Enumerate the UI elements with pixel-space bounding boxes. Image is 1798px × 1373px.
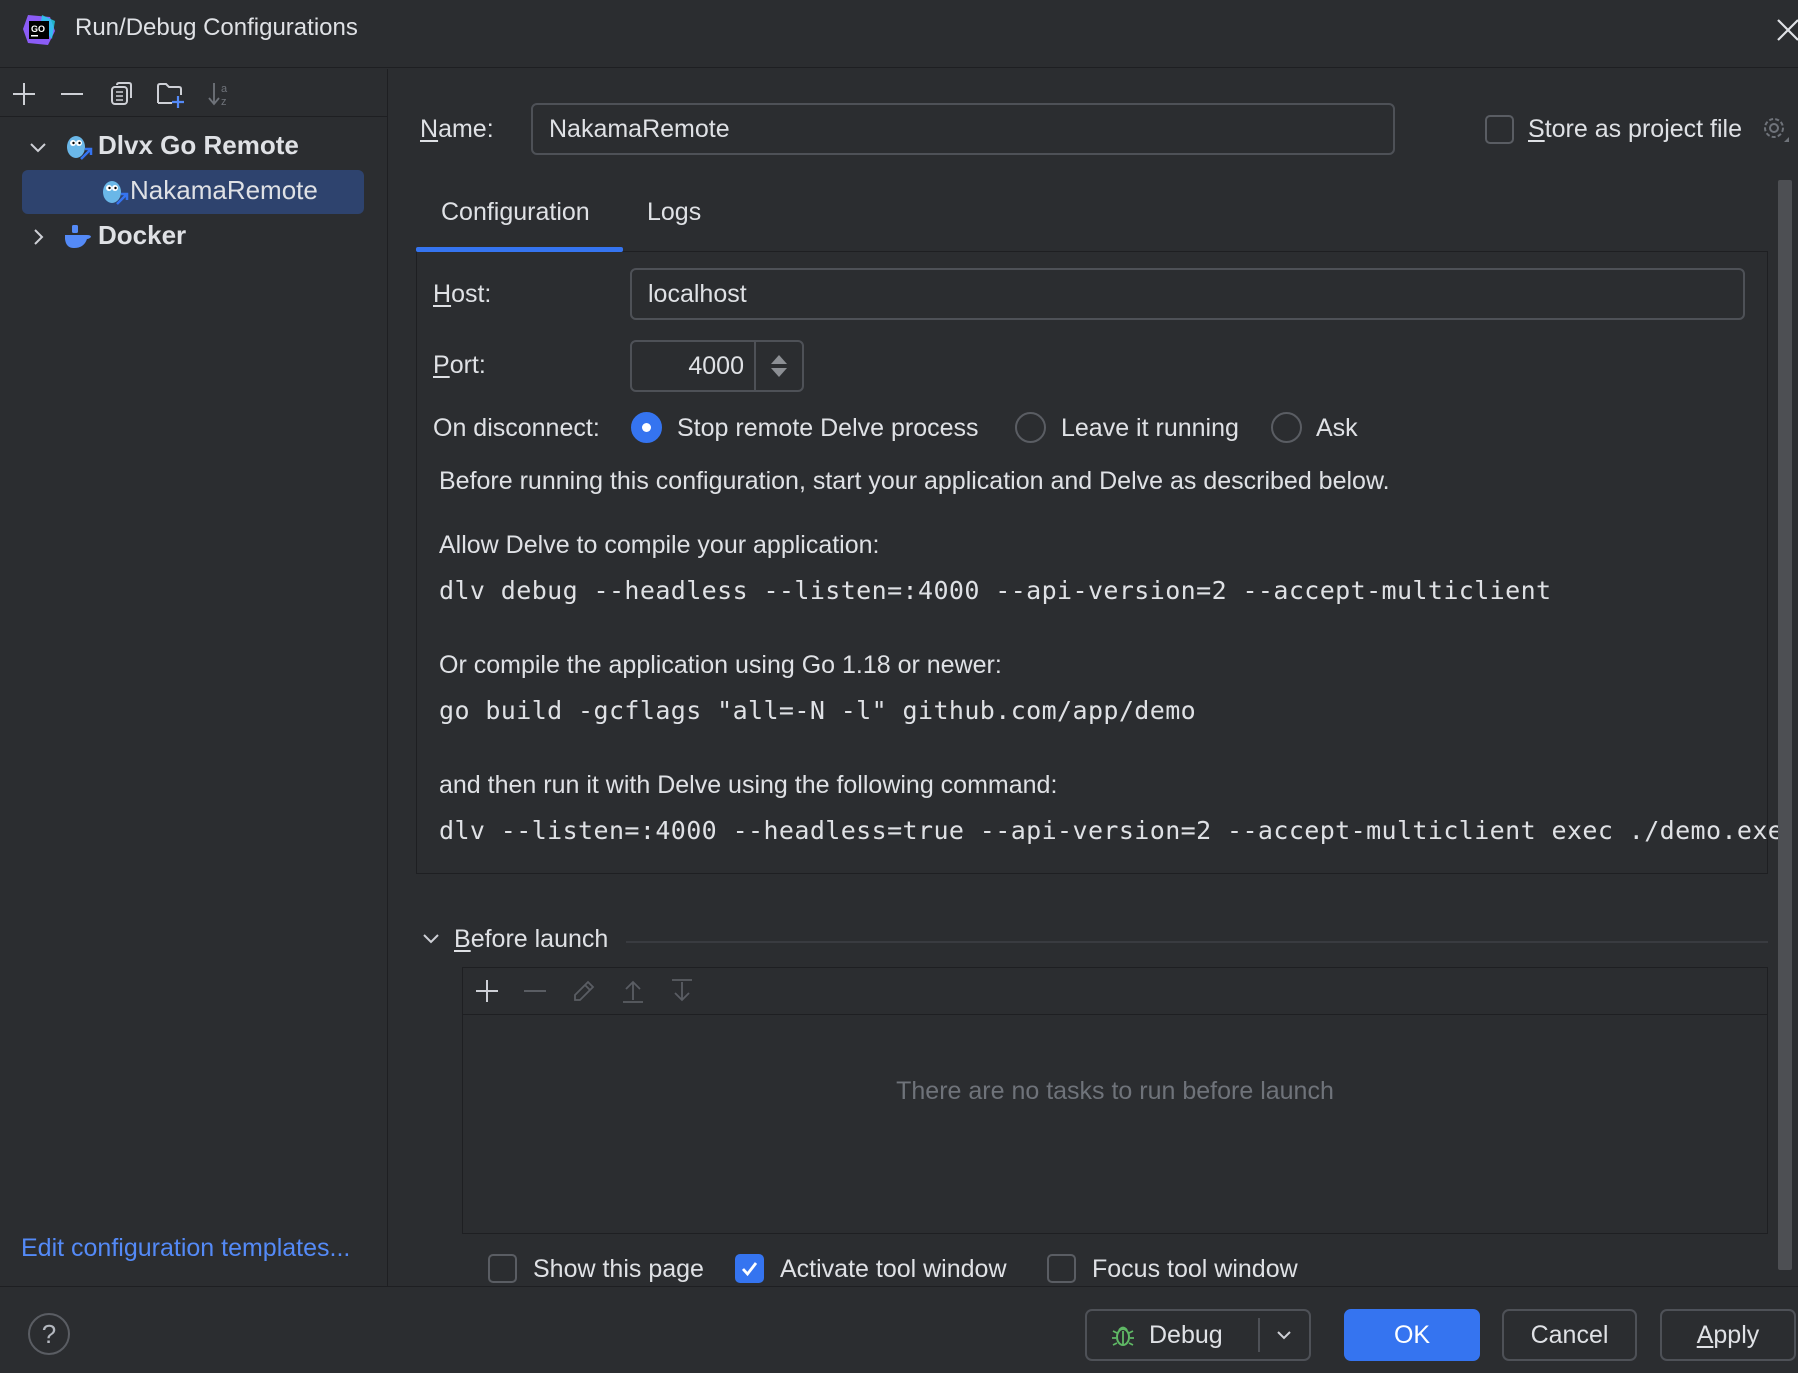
radio-label[interactable]: Leave it running (1061, 414, 1239, 443)
activate-tool-window-checkbox[interactable] (735, 1254, 764, 1283)
checkbox-label[interactable]: Show this page (533, 1255, 704, 1284)
checkbox-label[interactable]: Activate tool window (780, 1255, 1007, 1284)
show-this-page-checkbox[interactable] (488, 1254, 517, 1283)
gear-icon[interactable] (1760, 114, 1790, 144)
tab-bar: Configuration Logs (416, 190, 1768, 252)
port-spinner[interactable] (630, 340, 804, 392)
chevron-down-icon[interactable] (420, 927, 442, 949)
host-label: Host: (433, 280, 491, 309)
mnemonic: H (433, 280, 452, 308)
label-text: ort: (449, 351, 486, 379)
port-input[interactable] (632, 342, 754, 390)
before-launch-toolbar (463, 968, 1767, 1015)
tree-item-docker[interactable]: Docker (0, 216, 388, 258)
tab-configuration[interactable]: Configuration (441, 198, 590, 227)
mnemonic: B (454, 925, 471, 953)
radio-leave-it-running[interactable] (1015, 412, 1046, 443)
on-disconnect-label: On disconnect: (433, 414, 600, 442)
gopher-remote-icon (67, 136, 93, 160)
run-text: and then run it with Delve using the fol… (439, 771, 1058, 799)
debug-dropdown[interactable] (1260, 1325, 1310, 1345)
tree-item-nakamaremote[interactable]: NakamaRemote (0, 170, 388, 214)
apply-label: pply (1713, 1320, 1760, 1349)
minus-icon[interactable] (57, 79, 87, 109)
radio-ask[interactable] (1271, 412, 1302, 443)
allow-delve-command: dlv debug --headless --listen=:4000 --ap… (439, 576, 1552, 605)
tab-logs[interactable]: Logs (647, 198, 701, 227)
sidebar-toolbar: az (0, 69, 388, 117)
radio-label[interactable]: Stop remote Delve process (677, 414, 979, 443)
bug-icon (1112, 1326, 1134, 1346)
before-launch-header[interactable]: Before launch (454, 925, 608, 954)
plus-icon[interactable] (472, 976, 502, 1006)
port-label: Port: (433, 351, 486, 380)
minus-icon[interactable] (520, 976, 550, 1006)
mnemonic: A (1696, 1320, 1714, 1349)
separator (626, 941, 1768, 943)
label-text: ame: (438, 115, 494, 143)
arrow-down-icon[interactable] (771, 368, 787, 377)
help-button[interactable]: ? (28, 1313, 70, 1355)
empty-tasks-message: There are no tasks to run before launch (896, 1077, 1334, 1105)
checkbox-label[interactable]: Focus tool window (1092, 1255, 1298, 1284)
tree-item-dlvx-go-remote[interactable]: Dlvx Go Remote (0, 126, 388, 168)
radio-stop-remote-delve[interactable] (631, 412, 662, 443)
mnemonic: N (420, 115, 439, 143)
copy-icon[interactable] (107, 79, 137, 109)
compile-text: Or compile the application using Go 1.18… (439, 651, 1002, 679)
store-as-project-file-label[interactable]: Store as project file (1528, 115, 1742, 144)
arrow-up-icon[interactable] (771, 355, 787, 364)
tree-item-label: NakamaRemote (130, 175, 318, 205)
radio-label[interactable]: Ask (1316, 414, 1358, 443)
debug-button[interactable]: Debug (1087, 1318, 1260, 1352)
ok-button[interactable]: OK (1344, 1309, 1480, 1361)
plus-icon[interactable] (9, 79, 39, 109)
sort-alpha-icon[interactable]: az (205, 79, 235, 109)
move-up-icon[interactable] (618, 976, 648, 1006)
close-icon[interactable] (1776, 14, 1798, 44)
edit-icon[interactable] (569, 976, 599, 1006)
mnemonic: P (433, 351, 450, 379)
compile-command: go build -gcflags "all=-N -l" github.com… (439, 696, 1197, 725)
checkmark-icon (741, 1262, 758, 1277)
debug-label: Debug (1149, 1320, 1223, 1349)
window-title: Run/Debug Configurations (75, 14, 358, 41)
label-text: tore as project file (1544, 115, 1743, 143)
chevron-right-icon[interactable] (26, 225, 50, 249)
folder-add-icon[interactable] (155, 79, 185, 109)
focus-tool-window-checkbox[interactable] (1047, 1254, 1076, 1283)
name-input[interactable] (531, 103, 1395, 155)
apply-button[interactable]: Apply (1660, 1309, 1796, 1361)
label-text: ost: (451, 280, 492, 308)
intro-text: Before running this configuration, start… (439, 467, 1390, 495)
label-text: efore launch (470, 925, 609, 953)
name-label: Name: (420, 115, 494, 144)
svg-text:GO: GO (31, 24, 45, 34)
tree-item-label: Dlvx Go Remote (98, 130, 299, 160)
cancel-button[interactable]: Cancel (1502, 1309, 1637, 1361)
chevron-down-icon (1277, 1331, 1291, 1340)
vertical-scrollbar[interactable] (1778, 180, 1792, 1270)
svg-text:z: z (221, 96, 227, 108)
host-input[interactable] (630, 268, 1745, 320)
goland-logo-icon: GO (23, 15, 55, 45)
allow-delve-text: Allow Delve to compile your application: (439, 531, 880, 559)
store-as-project-file-checkbox[interactable] (1485, 115, 1514, 144)
move-down-icon[interactable] (667, 976, 697, 1006)
svg-text:a: a (221, 83, 228, 95)
edit-templates-link[interactable]: Edit configuration templates... (21, 1234, 350, 1263)
debug-split-button[interactable]: Debug (1085, 1309, 1311, 1361)
chevron-down-icon[interactable] (26, 135, 50, 159)
tree-item-label: Docker (98, 220, 187, 250)
gopher-remote-icon (103, 181, 129, 205)
port-stepper[interactable] (754, 342, 802, 390)
docker-icon (65, 225, 91, 248)
run-command: dlv --listen=:4000 --headless=true --api… (439, 816, 1784, 845)
mnemonic: S (1528, 115, 1545, 143)
